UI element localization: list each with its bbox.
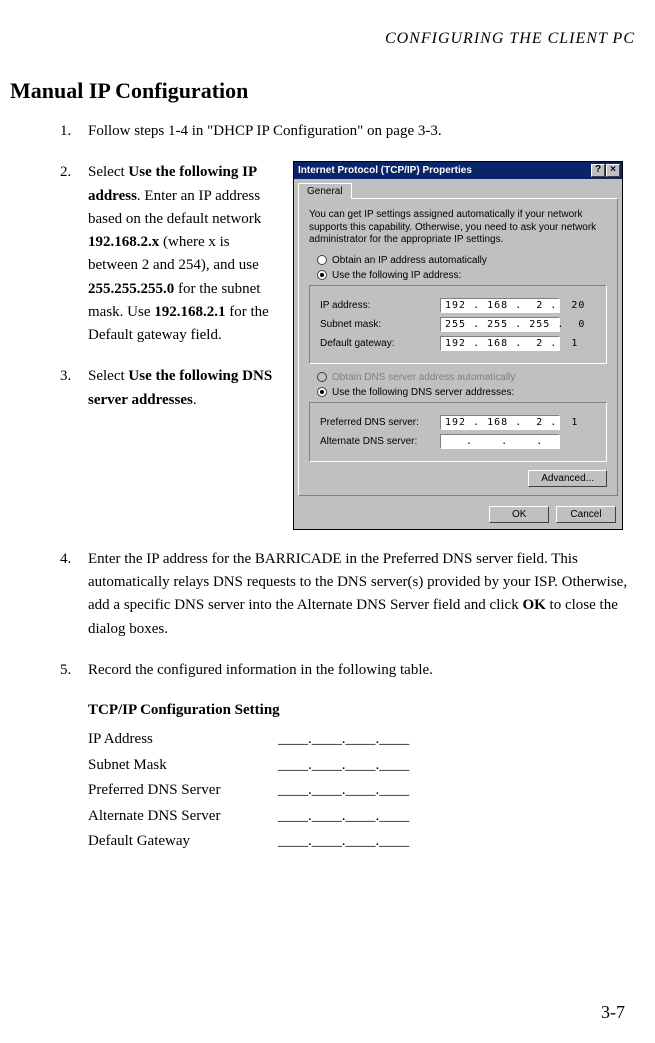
- radio-icon[interactable]: [317, 387, 327, 397]
- step-text: Follow steps 1-4 in "DHCP IP Configurati…: [88, 120, 635, 143]
- step-text: Record the configured information in the…: [88, 659, 635, 682]
- help-icon[interactable]: ?: [591, 164, 605, 177]
- page-number: 3-7: [601, 1002, 625, 1023]
- step-num: 2.: [60, 161, 88, 347]
- step-num: 3.: [60, 365, 88, 412]
- step-1: 1. Follow steps 1-4 in "DHCP IP Configur…: [60, 120, 635, 143]
- preferred-dns-label: Preferred DNS server:: [320, 417, 440, 428]
- config-value: ____.____.____.____: [278, 829, 409, 855]
- table-row: Subnet Mask ____.____.____.____: [88, 753, 635, 779]
- radio-icon[interactable]: [317, 255, 327, 265]
- table-row: Default Gateway ____.____.____.____: [88, 829, 635, 855]
- tcpip-properties-dialog: Internet Protocol (TCP/IP) Properties ? …: [293, 161, 623, 530]
- subnet-mask-label: Subnet mask:: [320, 319, 440, 330]
- config-table-title: TCP/IP Configuration Setting: [88, 702, 635, 719]
- radio-label: Obtain an IP address automatically: [332, 255, 487, 266]
- config-label: IP Address: [88, 727, 278, 753]
- step-4: 4. Enter the IP address for the BARRICAD…: [60, 548, 635, 641]
- default-gateway-label: Default gateway:: [320, 338, 440, 349]
- alternate-dns-input[interactable]: . . .: [440, 434, 560, 449]
- config-value: ____.____.____.____: [278, 753, 409, 779]
- ip-address-input[interactable]: 192 . 168 . 2 . 20: [440, 298, 560, 313]
- config-label: Default Gateway: [88, 829, 278, 855]
- radio-use-following-ip[interactable]: Use the following IP address:: [317, 270, 607, 281]
- titlebar-text: Internet Protocol (TCP/IP) Properties: [298, 165, 591, 176]
- dns-group: Preferred DNS server: 192 . 168 . 2 . 1 …: [309, 402, 607, 462]
- subnet-mask-input[interactable]: 255 . 255 . 255 . 0: [440, 317, 560, 332]
- radio-label: Obtain DNS server address automatically: [332, 372, 515, 383]
- ip-address-label: IP address:: [320, 300, 440, 311]
- cancel-button[interactable]: Cancel: [556, 506, 616, 523]
- default-gateway-input[interactable]: 192 . 168 . 2 . 1: [440, 336, 560, 351]
- alternate-dns-label: Alternate DNS server:: [320, 436, 440, 447]
- table-row: Alternate DNS Server ____.____.____.____: [88, 804, 635, 830]
- page-header: CONFIGURING THE CLIENT PC: [10, 30, 635, 48]
- radio-label: Use the following IP address:: [332, 270, 461, 281]
- step-num: 5.: [60, 659, 88, 682]
- radio-icon[interactable]: [317, 270, 327, 280]
- step-text: Select Use the following IP address. Ent…: [88, 161, 275, 347]
- tab-panel: You can get IP settings assigned automat…: [298, 198, 618, 496]
- advanced-button[interactable]: Advanced...: [528, 470, 607, 487]
- tab-general[interactable]: General: [298, 183, 352, 199]
- section-title: Manual IP Configuration: [10, 78, 635, 104]
- config-table: TCP/IP Configuration Setting IP Address …: [10, 702, 635, 855]
- step-text: Enter the IP address for the BARRICADE i…: [88, 548, 635, 641]
- ok-button[interactable]: OK: [489, 506, 549, 523]
- config-value: ____.____.____.____: [278, 804, 409, 830]
- table-row: IP Address ____.____.____.____: [88, 727, 635, 753]
- config-value: ____.____.____.____: [278, 778, 409, 804]
- step-num: 4.: [60, 548, 88, 641]
- preferred-dns-input[interactable]: 192 . 168 . 2 . 1: [440, 415, 560, 430]
- step-2: 2. Select Use the following IP address. …: [60, 161, 275, 347]
- config-label: Subnet Mask: [88, 753, 278, 779]
- intro-text: You can get IP settings assigned automat…: [309, 209, 607, 247]
- close-icon[interactable]: ×: [606, 164, 620, 177]
- table-row: Preferred DNS Server ____.____.____.____: [88, 778, 635, 804]
- radio-label: Use the following DNS server addresses:: [332, 387, 514, 398]
- dialog-buttons: OK Cancel: [294, 500, 622, 529]
- step-text: Select Use the following DNS server addr…: [88, 365, 275, 412]
- ip-group: IP address: 192 . 168 . 2 . 20 Subnet ma…: [309, 285, 607, 364]
- radio-obtain-ip-auto[interactable]: Obtain an IP address automatically: [317, 255, 607, 266]
- step-num: 1.: [60, 120, 88, 143]
- radio-obtain-dns-auto: Obtain DNS server address automatically: [317, 372, 607, 383]
- titlebar: Internet Protocol (TCP/IP) Properties ? …: [294, 162, 622, 179]
- radio-use-following-dns[interactable]: Use the following DNS server addresses:: [317, 387, 607, 398]
- step-3: 3. Select Use the following DNS server a…: [60, 365, 275, 412]
- radio-icon: [317, 372, 327, 382]
- config-label: Alternate DNS Server: [88, 804, 278, 830]
- step-5: 5. Record the configured information in …: [60, 659, 635, 682]
- config-value: ____.____.____.____: [278, 727, 409, 753]
- config-label: Preferred DNS Server: [88, 778, 278, 804]
